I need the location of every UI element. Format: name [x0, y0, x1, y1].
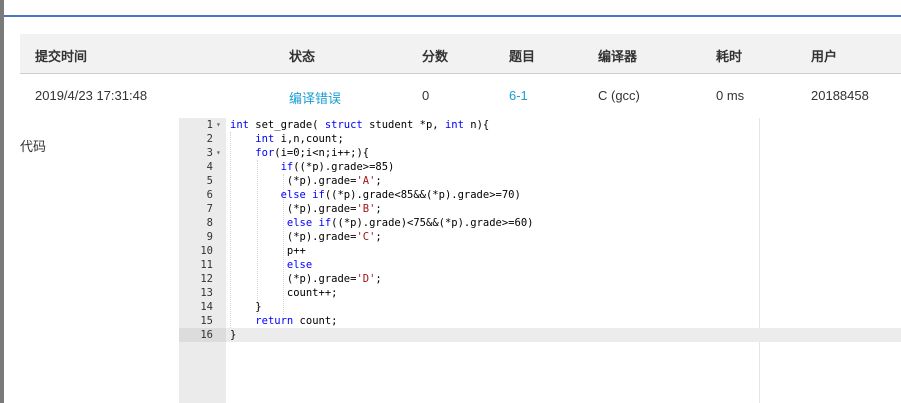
code-text: (*p).grade='B'; [230, 203, 382, 215]
line-number: 7 [206, 203, 213, 215]
line-number: 16 [200, 329, 213, 341]
line-number: 3 [206, 147, 213, 159]
submit-time-cell: 2019/4/23 17:31:48 [35, 88, 148, 103]
code-text: return count; [255, 315, 338, 327]
code-text: int set_grade( struct student *p, int n)… [230, 119, 490, 131]
line-number: 15 [200, 315, 213, 327]
code-text: } [230, 329, 237, 341]
header-time-used: 耗时 [716, 49, 743, 64]
code-text: (*p).grade='D'; [230, 273, 382, 285]
line-number: 1 [206, 119, 213, 131]
header-user: 用户 [811, 49, 838, 64]
code-text: (*p).grade='A'; [230, 175, 382, 187]
line-number: 13 [200, 287, 213, 299]
code-line[interactable]: 8 else if((*p).grade)<75&&(*p).grade>=60… [179, 216, 901, 230]
time-used-cell: 0 ms [716, 88, 745, 103]
header-problem: 题目 [509, 49, 536, 64]
code-line[interactable]: 6 else if((*p).grade<85&&(*p).grade>=70) [179, 188, 901, 202]
header-submit-time: 提交时间 [35, 49, 88, 64]
code-line[interactable]: 9 (*p).grade='C'; [179, 230, 901, 244]
code-line[interactable]: 1 ▾ int set_grade( struct student *p, int … [179, 118, 901, 132]
code-text: (*p).grade='C'; [230, 231, 382, 243]
code-editor[interactable]: 1 ▾ int set_grade( struct student *p, int … [179, 118, 901, 403]
code-text: else [286, 259, 313, 271]
score-cell: 0 [422, 88, 430, 103]
code-line[interactable]: 3 ▾ for(i=0;i<n;i++;){ [179, 146, 901, 160]
status-link[interactable]: 编译错误 [289, 88, 341, 107]
code-text: if((*p).grade>=85) [280, 161, 395, 173]
header-compiler: 编译器 [598, 49, 638, 64]
code-line[interactable]: 7 (*p).grade='B'; [179, 202, 901, 216]
fold-arrow-icon[interactable]: ▾ [216, 146, 224, 159]
line-number: 14 [200, 301, 213, 313]
line-number: 9 [206, 231, 213, 243]
line-number: 5 [206, 175, 213, 187]
code-line[interactable]: 13 count++; [179, 286, 901, 300]
code-line[interactable]: 11 else [179, 258, 901, 272]
line-number: 2 [206, 133, 213, 145]
active-line-highlight [226, 328, 901, 342]
code-text: p++ [230, 245, 306, 257]
code-line[interactable]: 2 int i,n,count; [179, 132, 901, 146]
line-number: 4 [206, 161, 213, 173]
header-score: 分数 [422, 49, 449, 64]
line-number: 11 [200, 259, 213, 271]
code-text: int i,n,count; [255, 133, 344, 145]
code-text: count++; [230, 287, 338, 299]
header-accent-line [4, 15, 901, 17]
fold-arrow-icon[interactable]: ▾ [216, 118, 224, 131]
code-line[interactable]: 16} [179, 328, 901, 342]
window-left-edge [0, 0, 4, 403]
code-line[interactable]: 10 p++ [179, 244, 901, 258]
compiler-cell: C (gcc) [598, 88, 640, 103]
table-header: 提交时间 状态 分数 题目 编译器 耗时 用户 [20, 34, 901, 74]
code-line[interactable]: 12 (*p).grade='D'; [179, 272, 901, 286]
code-line[interactable]: 14 } [179, 300, 901, 314]
problem-link[interactable]: 6-1 [509, 88, 528, 103]
header-status: 状态 [289, 49, 316, 64]
code-line[interactable]: 5 (*p).grade='A'; [179, 174, 901, 188]
user-cell: 20188458 [811, 88, 869, 103]
line-number: 6 [206, 189, 213, 201]
code-line[interactable]: 4 if((*p).grade>=85) [179, 160, 901, 174]
code-line[interactable]: 15 return count; [179, 314, 901, 328]
code-text: else if((*p).grade)<75&&(*p).grade>=60) [286, 217, 534, 229]
line-number: 8 [206, 217, 213, 229]
submission-table: 提交时间 状态 分数 题目 编译器 耗时 用户 2019/4/23 17:31:… [20, 34, 901, 118]
line-number: 12 [200, 273, 213, 285]
line-number: 10 [200, 245, 213, 257]
code-text: } [230, 301, 262, 313]
code-text: for(i=0;i<n;i++;){ [255, 147, 370, 159]
code-text: else if((*p).grade<85&&(*p).grade>=70) [280, 189, 521, 201]
code-section-label: 代码 [20, 139, 47, 154]
